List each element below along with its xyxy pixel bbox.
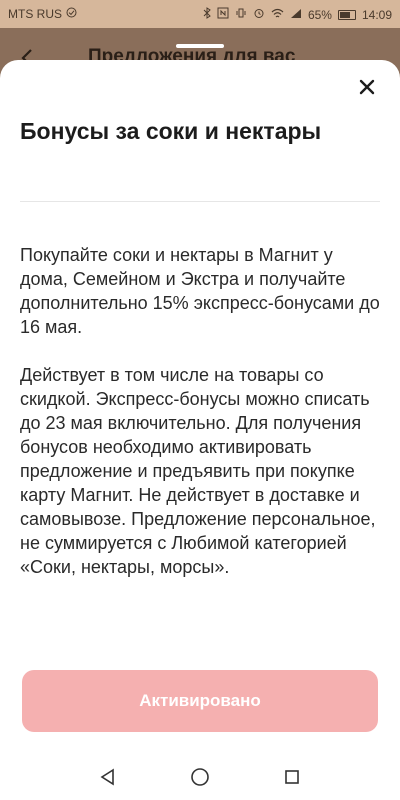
bluetooth-icon bbox=[203, 7, 211, 22]
battery-icon bbox=[337, 9, 356, 20]
conditions-paragraph: Действует в том числе на товары со скидк… bbox=[20, 365, 376, 577]
battery-percent: 65% bbox=[307, 7, 332, 22]
alarm-icon bbox=[253, 7, 265, 22]
close-button[interactable] bbox=[354, 76, 380, 102]
wifi-icon bbox=[271, 8, 284, 22]
status-right: 65% 14:09 bbox=[203, 7, 392, 22]
sheet-grabber[interactable] bbox=[176, 44, 224, 48]
nfc-icon bbox=[217, 7, 229, 22]
status-time: 14:09 bbox=[361, 7, 392, 22]
status-left: MTS RUS bbox=[8, 7, 77, 21]
nav-recents-button[interactable] bbox=[280, 767, 304, 791]
status-bar: MTS RUS 65% 14:09 bbox=[0, 0, 400, 28]
close-icon bbox=[359, 79, 375, 100]
vibrate-icon bbox=[235, 7, 247, 22]
circle-home-icon bbox=[190, 767, 210, 792]
signal-icon bbox=[290, 8, 302, 22]
triangle-back-icon bbox=[99, 768, 117, 791]
bottom-sheet: Бонусы за соки и нектары Покупайте соки … bbox=[0, 60, 400, 758]
navigation-bar bbox=[0, 758, 400, 800]
nav-back-button[interactable] bbox=[96, 767, 120, 791]
square-recents-icon bbox=[284, 769, 300, 790]
divider bbox=[20, 201, 380, 202]
sheet-title: Бонусы за соки и нектары bbox=[20, 118, 322, 144]
nav-home-button[interactable] bbox=[188, 767, 212, 791]
carrier-label: MTS RUS bbox=[8, 7, 62, 21]
description-paragraph: Покупайте соки и нектары в Магнит у дома… bbox=[20, 245, 380, 337]
activated-button[interactable]: Активировано bbox=[22, 670, 378, 732]
check-circle-icon bbox=[66, 7, 77, 21]
